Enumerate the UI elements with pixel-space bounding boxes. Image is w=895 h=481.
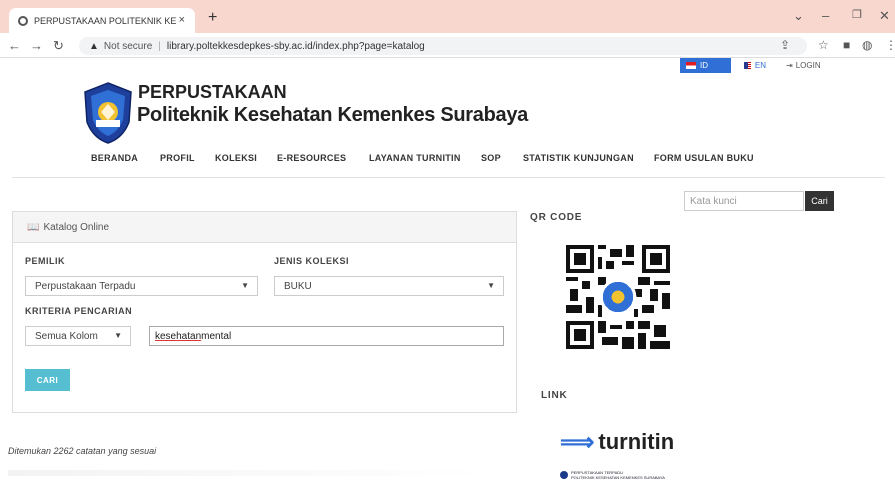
link-heading: LINK bbox=[541, 390, 568, 401]
top-utility-bar: ID EN ⇥ LOGIN bbox=[0, 58, 895, 76]
kriteria-select[interactable]: Semua Kolom ▼ bbox=[25, 326, 131, 346]
sidepanel-icon[interactable]: ■ bbox=[843, 38, 850, 52]
close-window-icon[interactable]: ✕ bbox=[879, 8, 890, 24]
profile-icon[interactable]: ◍ bbox=[862, 38, 872, 52]
nav-sop[interactable]: SOP bbox=[481, 153, 501, 163]
jenis-koleksi-label: JENIS KOLEKSI bbox=[274, 256, 350, 266]
tab-title: PERPUSTAKAAN POLITEKNIK KE bbox=[34, 15, 177, 26]
nav-beranda[interactable]: BERANDA bbox=[91, 153, 138, 163]
url-text: library.poltekkesdepkes-sby.ac.id/index.… bbox=[166, 40, 425, 52]
turnitin-link[interactable]: ⟹ turnitin bbox=[560, 425, 680, 459]
forward-icon[interactable]: → bbox=[30, 38, 43, 53]
tab-close-icon[interactable]: × bbox=[179, 14, 185, 26]
lang-id-label: ID bbox=[700, 61, 708, 70]
minimize-icon[interactable]: – bbox=[822, 8, 829, 23]
url-separator: | bbox=[158, 40, 161, 52]
new-tab-button[interactable]: + bbox=[208, 9, 217, 27]
sidebar-search-input[interactable]: Kata kunci bbox=[684, 191, 804, 211]
keyword-input[interactable]: kesehatan mental bbox=[149, 326, 504, 346]
back-icon[interactable]: ← bbox=[8, 38, 21, 53]
browser-tab-bar: PERPUSTAKAAN POLITEKNIK KE × + ⌄ – ❐ ✕ bbox=[0, 0, 895, 33]
flag-en-icon bbox=[744, 62, 751, 69]
result-list-edge bbox=[8, 470, 488, 476]
login-label: LOGIN bbox=[795, 61, 821, 70]
chevron-down-icon: ▼ bbox=[114, 331, 122, 340]
catalog-title: Katalog Online bbox=[43, 221, 110, 233]
secure-label: Not secure bbox=[103, 40, 153, 52]
site-subtitle: Politeknik Kesehatan Kemenkes Surabaya bbox=[137, 104, 529, 126]
jenis-koleksi-value: BUKU bbox=[284, 280, 312, 292]
nav-koleksi[interactable]: KOLEKSI bbox=[215, 153, 257, 163]
cari-button[interactable]: CARI bbox=[25, 369, 70, 391]
main-nav: BERANDA PROFIL KOLEKSI E-RESOURCES LAYAN… bbox=[0, 153, 895, 167]
result-count: Ditemukan 2262 catatan yang sesuai bbox=[8, 446, 157, 456]
nav-form-usulan-buku[interactable]: FORM USULAN BUKU bbox=[654, 153, 754, 163]
keyword-word-2: mental bbox=[201, 330, 232, 342]
kriteria-value: Semua Kolom bbox=[35, 330, 98, 342]
nav-e-resources[interactable]: E-RESOURCES bbox=[277, 153, 346, 163]
pemilik-label: PEMILIK bbox=[25, 256, 66, 266]
qr-heading: QR CODE bbox=[530, 212, 583, 223]
share-icon[interactable]: ⇪ bbox=[780, 38, 790, 52]
poltekkes-logo[interactable] bbox=[83, 82, 133, 144]
star-icon[interactable]: ☆ bbox=[818, 38, 829, 52]
pemilik-select[interactable]: Perpustakaan Terpadu ▼ bbox=[25, 276, 258, 296]
lang-en-label: EN bbox=[754, 61, 766, 70]
keyword-word-1: kesehatan bbox=[155, 330, 202, 342]
menu-icon[interactable]: ⋮ bbox=[885, 38, 895, 52]
lang-id-button[interactable]: ID bbox=[680, 58, 731, 73]
chevron-down-icon: ▼ bbox=[241, 281, 249, 290]
flag-id-icon bbox=[686, 62, 696, 69]
poltek-library-link[interactable]: PERPUSTAKAAN TERPADU POLITEKNIK KESEHATA… bbox=[560, 470, 720, 480]
browser-tab[interactable]: PERPUSTAKAAN POLITEKNIK KE × bbox=[9, 8, 195, 33]
login-icon: ⇥ bbox=[786, 61, 793, 70]
nav-profil[interactable]: PROFIL bbox=[160, 153, 195, 163]
poltek-logo-icon bbox=[560, 471, 568, 479]
site-title: PERPUSTAKAAN bbox=[138, 82, 287, 102]
kriteria-label: KRITERIA PENCARIAN bbox=[25, 306, 133, 316]
login-button[interactable]: ⇥ LOGIN bbox=[780, 58, 825, 73]
url-field[interactable]: ▲ Not secure | library.poltekkesdepkes-s… bbox=[79, 37, 807, 55]
nav-statistik-kunjungan[interactable]: STATISTIK KUNJUNGAN bbox=[523, 153, 634, 163]
globe-icon bbox=[18, 15, 28, 26]
chevron-down-icon: ▼ bbox=[487, 281, 495, 290]
jenis-koleksi-select[interactable]: BUKU ▼ bbox=[274, 276, 504, 296]
chevron-down-icon[interactable]: ⌄ bbox=[793, 8, 804, 24]
poltek-line-2: POLITEKNIK KESEHATAN KEMENKES SURABAYA bbox=[571, 475, 665, 480]
book-icon: 📖 bbox=[27, 221, 40, 233]
restore-icon[interactable]: ❐ bbox=[852, 8, 862, 21]
address-bar: ← → ↻ ▲ Not secure | library.poltekkesde… bbox=[0, 33, 895, 58]
turnitin-icon: ⟹ bbox=[560, 428, 595, 456]
qr-code bbox=[566, 245, 670, 349]
reload-icon[interactable]: ↻ bbox=[53, 38, 64, 54]
catalog-panel-header: 📖 Katalog Online bbox=[13, 212, 516, 243]
nav-layanan-turnitin[interactable]: LAYANAN TURNITIN bbox=[369, 153, 461, 163]
turnitin-label: turnitin bbox=[598, 429, 675, 454]
warning-icon: ▲ bbox=[89, 40, 99, 52]
sidebar-search-button[interactable]: Cari bbox=[805, 191, 834, 211]
catalog-panel: 📖 Katalog Online PEMILIK Perpustakaan Te… bbox=[12, 211, 517, 413]
lang-en-button[interactable]: EN bbox=[738, 58, 772, 73]
pemilik-value: Perpustakaan Terpadu bbox=[35, 280, 136, 292]
nav-divider bbox=[12, 177, 885, 178]
